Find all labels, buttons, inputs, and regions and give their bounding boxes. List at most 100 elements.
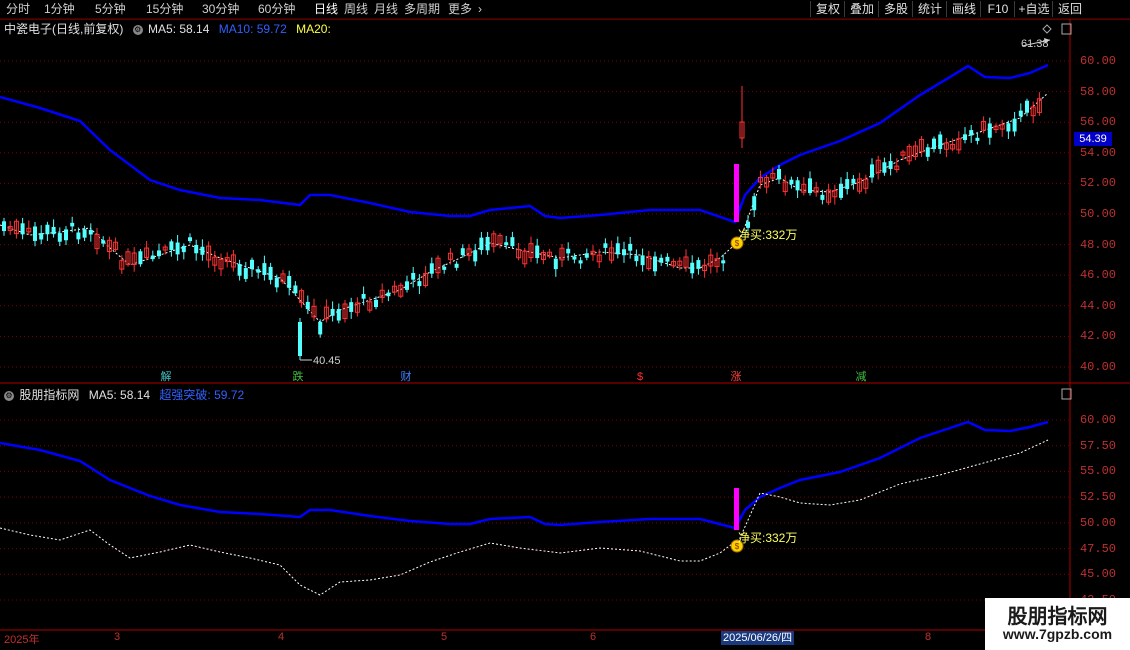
candle-body: [752, 196, 757, 211]
watermark-url: www.7gpzb.com: [1002, 626, 1113, 642]
high-price-label: 61.38: [1021, 38, 1049, 50]
candle-body: [789, 179, 794, 185]
candle-body: [39, 233, 44, 240]
candle-body: [578, 260, 583, 264]
date-label: 8: [925, 631, 932, 643]
kline-chart[interactable]: $$: [0, 0, 1130, 650]
candle-body: [287, 276, 292, 288]
date-label: 4: [278, 631, 285, 643]
sub-tick: 52.50: [1079, 490, 1116, 505]
event-badge-unlock[interactable]: 解: [160, 371, 172, 384]
candle-body: [64, 229, 68, 241]
candle-body: [243, 268, 248, 279]
candle-body: [1025, 100, 1029, 113]
candle-body: [237, 264, 242, 276]
event-badge-dividend[interactable]: $: [634, 371, 646, 384]
sub-tick: 60.00: [1079, 413, 1116, 427]
candle-body: [584, 253, 589, 258]
candle-body: [1018, 110, 1023, 117]
candle-body: [318, 321, 323, 335]
candle-body: [615, 243, 620, 255]
candle-body: [634, 255, 639, 262]
cursor-date-label: 2025/06/26/四: [721, 631, 795, 645]
candle-body: [659, 257, 664, 263]
candle-body: [628, 243, 633, 251]
candle-body: [336, 309, 341, 321]
candle-body: [839, 183, 843, 198]
candle-body: [888, 161, 893, 169]
sub-tick: 45.00: [1079, 567, 1116, 582]
candle-body: [808, 178, 812, 194]
candle-body: [603, 243, 608, 248]
candle-body: [429, 263, 434, 274]
candle-body: [882, 162, 887, 173]
sub-tick: 55.00: [1079, 464, 1116, 479]
candle-body: [70, 222, 75, 227]
candle-body: [504, 242, 509, 246]
candle-body: [33, 226, 37, 241]
sub-band-line: [0, 420, 1049, 530]
candle-body: [473, 250, 478, 262]
candle-body: [566, 248, 571, 254]
candle-body: [795, 180, 800, 191]
candle-body: [330, 308, 335, 316]
candle-body: [932, 138, 936, 150]
candle-body: [405, 281, 409, 290]
candle-body: [361, 294, 366, 299]
candle-body: [150, 255, 155, 260]
watermark-logo: 股朋指标网 www.7gpzb.com: [985, 598, 1130, 650]
candle-body: [268, 266, 273, 280]
candle-body: [845, 179, 850, 190]
candle-body: [250, 259, 254, 270]
candle-body: [157, 250, 161, 257]
candle-body: [101, 240, 106, 244]
candle-body: [1012, 118, 1017, 132]
candle-body: [721, 260, 726, 264]
candle-body: [274, 277, 279, 288]
price-tick: 56.00: [1079, 115, 1116, 130]
date-label: 5: [441, 631, 448, 643]
event-badge-drop[interactable]: 跌: [292, 371, 304, 384]
candle-body: [777, 168, 781, 180]
date-label: 6: [590, 631, 597, 643]
candle-body: [262, 263, 267, 275]
candle-body: [293, 285, 298, 294]
candle-body: [349, 302, 354, 312]
candle-body: [45, 224, 50, 235]
candle-body: [417, 281, 422, 287]
candle-body: [200, 246, 205, 255]
candle-body: [76, 232, 81, 240]
event-badge-finance[interactable]: 财: [400, 371, 412, 384]
candle-body: [622, 249, 626, 256]
price-tick: 42.00: [1079, 329, 1116, 344]
candle-body: [572, 256, 577, 260]
candle-body: [442, 266, 447, 270]
candle-body: [305, 301, 310, 310]
candle-body: [20, 223, 25, 235]
candle-body: [169, 241, 174, 251]
candle-body: [188, 237, 192, 242]
event-badge-reduce[interactable]: 减: [855, 371, 867, 384]
band-line: [0, 63, 1049, 224]
candle-body: [460, 248, 465, 256]
price-tick: 46.00: [1079, 268, 1116, 283]
candle-body: [553, 258, 558, 270]
price-tick: 54.00: [1079, 145, 1116, 160]
candle-body: [411, 272, 416, 280]
candle-body: [386, 292, 391, 297]
event-badge-rise[interactable]: 涨: [730, 371, 742, 384]
net-buy-label: 净买:332万: [738, 228, 798, 242]
spike-bar: [734, 164, 739, 222]
candle-body: [454, 263, 459, 268]
candle-body: [88, 229, 93, 235]
candle-body: [870, 164, 874, 178]
candle-body: [485, 236, 490, 251]
price-tick: 44.00: [1079, 298, 1116, 313]
candle-body: [653, 256, 657, 272]
candle-body: [194, 244, 199, 254]
watermark-title: 股朋指标网: [1007, 606, 1108, 628]
sub-tick: 50.00: [1079, 515, 1116, 530]
candle-body: [535, 245, 540, 259]
sub-tick: 57.50: [1079, 438, 1116, 453]
date-label: 3: [114, 631, 121, 643]
